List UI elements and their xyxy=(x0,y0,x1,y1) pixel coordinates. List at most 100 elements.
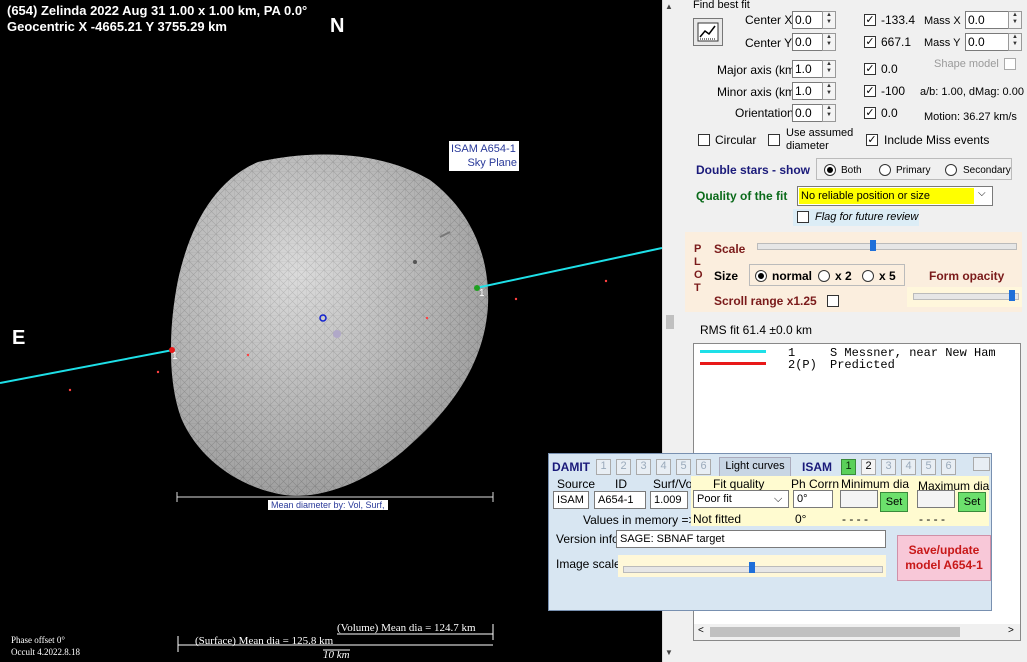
isam-tab-5[interactable]: 5 xyxy=(921,459,936,475)
size-label: Size xyxy=(714,269,739,283)
plot-title: (654) Zelinda 2022 Aug 31 1.00 x 1.00 km… xyxy=(7,3,308,18)
isam-tab-6[interactable]: 6 xyxy=(941,459,956,475)
flag-review-checkbox[interactable] xyxy=(797,211,809,223)
major-axis-result: 0.0 xyxy=(881,62,898,76)
circular-label: Circular xyxy=(715,133,757,147)
isam-tab-1[interactable]: 1 xyxy=(841,459,856,475)
minor-axis-spinner[interactable]: ▲ ▼ xyxy=(822,82,836,100)
damit-tab-5[interactable]: 5 xyxy=(676,459,691,475)
mass-y-input[interactable]: 0.0 xyxy=(965,33,1009,51)
mass-x-input[interactable]: 0.0 xyxy=(965,11,1009,29)
shape-model-popup: DAMIT 1 2 3 4 5 6 Light curves ISAM 1 2 … xyxy=(548,453,992,611)
id-field[interactable]: A654-1 xyxy=(594,491,646,509)
north-label: N xyxy=(330,15,345,37)
chevron-down-icon: ⌵ xyxy=(774,493,783,505)
opacity-slider-thumb[interactable] xyxy=(1008,290,1015,301)
chart-icon xyxy=(697,22,719,42)
ph-corrn-field[interactable]: 0° xyxy=(793,490,833,508)
max-dia-field[interactable] xyxy=(917,490,955,508)
scroll-range-label: Scroll range x1.25 xyxy=(714,294,817,308)
damit-tab-3[interactable]: 3 xyxy=(636,459,651,475)
surf-vol-field[interactable]: 1.009 xyxy=(650,491,688,509)
save-update-model-button[interactable]: Save/update model A654-1 xyxy=(897,535,991,581)
use-assumed-label: Use assumed diameter xyxy=(786,127,854,152)
both-label: Both xyxy=(841,165,862,176)
scale-slider-thumb[interactable] xyxy=(870,240,877,251)
center-x-checkbox[interactable]: ✓ xyxy=(864,14,876,26)
major-axis-spinner[interactable]: ▲ ▼ xyxy=(822,60,836,78)
scale-10km: 10 km xyxy=(323,649,350,661)
legend-hscrollbar[interactable]: < > xyxy=(694,624,1020,640)
size-normal-radio[interactable] xyxy=(755,270,767,282)
center-y-label: Center Y xyxy=(745,36,793,50)
damit-tab-2[interactable]: 2 xyxy=(616,459,631,475)
max-dia-set-button[interactable]: Set xyxy=(958,492,986,512)
scroll-right-icon[interactable]: > xyxy=(1008,625,1014,636)
form-opacity-label: Form opacity xyxy=(929,269,1005,283)
minor-axis-checkbox[interactable]: ✓ xyxy=(864,85,876,97)
orientation-checkbox[interactable]: ✓ xyxy=(864,107,876,119)
surf-vol-label: Surf/Vol xyxy=(653,477,696,491)
isam-tab-4[interactable]: 4 xyxy=(901,459,916,475)
chord-line-right xyxy=(475,247,662,289)
isam-tab-2[interactable]: 2 xyxy=(861,459,876,475)
primary-label: Primary xyxy=(896,165,931,176)
damit-tab-6[interactable]: 6 xyxy=(696,459,711,475)
find-best-fit-button[interactable] xyxy=(693,18,723,46)
mass-x-spinner[interactable]: ▲ ▼ xyxy=(1008,11,1022,29)
damit-tab-4[interactable]: 4 xyxy=(656,459,671,475)
size-x5-radio[interactable] xyxy=(862,270,874,282)
source-field[interactable]: ISAM xyxy=(553,491,589,509)
circular-checkbox[interactable] xyxy=(698,134,710,146)
version-info-field[interactable]: SAGE: SBNAF target xyxy=(616,530,886,548)
center-x-spinner[interactable]: ▲ ▼ xyxy=(822,11,836,29)
size-x2-label: x 2 xyxy=(835,269,852,283)
primary-radio[interactable] xyxy=(879,164,891,176)
both-radio[interactable] xyxy=(824,164,836,176)
scroll-range-checkbox[interactable] xyxy=(827,295,839,307)
scroll-thumb[interactable] xyxy=(666,315,674,329)
include-miss-checkbox[interactable]: ✓ xyxy=(866,134,878,146)
use-assumed-checkbox[interactable] xyxy=(768,134,780,146)
shape-model-checkbox[interactable] xyxy=(1004,58,1016,70)
fit-quality-label: Fit quality xyxy=(713,477,765,491)
shape-model-label: Shape model xyxy=(934,58,999,70)
secondary-radio[interactable] xyxy=(945,164,957,176)
occult-version: Occult 4.2022.8.18 xyxy=(11,647,80,657)
center-y-checkbox[interactable]: ✓ xyxy=(864,36,876,48)
quality-value: No reliable position or size xyxy=(799,188,974,204)
volume-mean-dia: (Volume) Mean dia = 124.7 km xyxy=(337,622,476,634)
isam-tab-3[interactable]: 3 xyxy=(881,459,896,475)
scroll-down-icon[interactable]: ▼ xyxy=(665,648,673,657)
chord-line-left xyxy=(0,349,174,384)
orientation-spinner[interactable]: ▲ ▼ xyxy=(822,104,836,122)
fit-quality-select[interactable]: Poor fit ⌵ xyxy=(693,490,789,508)
size-x2-radio[interactable] xyxy=(818,270,830,282)
mass-y-spinner[interactable]: ▲ ▼ xyxy=(1008,33,1022,51)
scale-slider[interactable] xyxy=(757,243,1017,250)
image-scale-slider-thumb[interactable] xyxy=(749,562,755,573)
min-dia-field[interactable] xyxy=(840,490,878,508)
opacity-slider[interactable] xyxy=(913,293,1019,300)
scroll-up-icon[interactable]: ▲ xyxy=(665,2,673,11)
light-curves-button[interactable]: Light curves xyxy=(719,457,791,477)
orientation-label: Orientation xyxy=(735,106,794,120)
isam-title: ISAM xyxy=(802,460,832,474)
legend-line-2 xyxy=(700,362,766,365)
min-dia-label: Minimum dia xyxy=(841,477,910,491)
min-dia-set-button[interactable]: Set xyxy=(880,492,908,512)
ph-corrn-label: Ph Corrn xyxy=(791,477,840,491)
legend-hscroll-thumb[interactable] xyxy=(710,627,960,637)
damit-tab-1[interactable]: 1 xyxy=(596,459,611,475)
min-dia-memory: - - - - xyxy=(842,512,868,526)
quality-select[interactable]: No reliable position or size ⌵ xyxy=(797,186,993,206)
popup-close-button[interactable] xyxy=(973,457,990,471)
center-y-spinner[interactable]: ▲ ▼ xyxy=(822,33,836,51)
find-best-fit-label: Find best fit xyxy=(693,0,750,11)
minor-axis-result: -100 xyxy=(881,84,906,98)
major-axis-checkbox[interactable]: ✓ xyxy=(864,63,876,75)
fit-quality-panel: Fit quality Ph Corrn Minimum dia Maximum… xyxy=(691,476,989,526)
scroll-left-icon[interactable]: < xyxy=(698,625,704,636)
fit-quality-memory: Not fitted xyxy=(693,512,742,526)
save-line2: model A654-1 xyxy=(905,558,983,572)
